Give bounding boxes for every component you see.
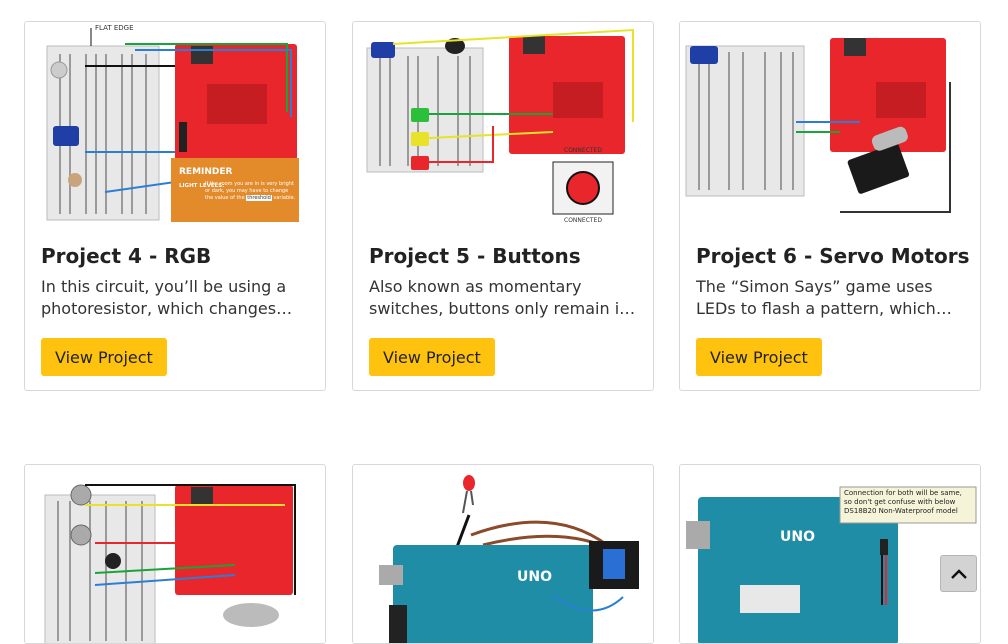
flat-edge-label: FLAT EDGE bbox=[95, 24, 134, 32]
project-6-view-button[interactable]: View Project bbox=[696, 338, 822, 376]
reminder-code: threshold bbox=[246, 195, 272, 201]
project-6-title: Project 6 - Servo Motors bbox=[696, 244, 970, 268]
project-5-circuit-image: CONNECTED CONNECTED bbox=[353, 22, 653, 228]
project-5-title: Project 5 - Buttons bbox=[369, 244, 581, 268]
project-4-title: Project 4 - RGB bbox=[41, 244, 212, 268]
project-card-9: UNO Connection for both will be same, so… bbox=[679, 464, 981, 644]
board-uno-label-2: UNO bbox=[780, 529, 815, 545]
project-card-7 bbox=[24, 464, 326, 644]
project-7-circuit-image bbox=[25, 465, 325, 643]
project-4-description: In this circuit, you’ll be using a photo… bbox=[41, 277, 287, 318]
board-uno-label: UNO bbox=[517, 569, 552, 585]
project-4-circuit-image: FLAT EDGE REMINDER LIGHT LEVELS: If the … bbox=[25, 22, 325, 228]
project-6-description: The “Simon Says” game uses LEDs to flash… bbox=[696, 277, 936, 318]
project-6-circuit-image bbox=[680, 22, 980, 228]
connected-label-bottom: CONNECTED bbox=[564, 217, 602, 224]
project-4-view-button[interactable]: View Project bbox=[41, 338, 167, 376]
project-5-view-button[interactable]: View Project bbox=[369, 338, 495, 376]
project-8-circuit-image: UNO bbox=[353, 465, 653, 643]
project-card-4: FLAT EDGE REMINDER LIGHT LEVELS: If the … bbox=[24, 21, 326, 391]
project-5-description: Also known as momentary switches, button… bbox=[369, 277, 630, 318]
project-card-8: UNO bbox=[352, 464, 654, 644]
project-card-5: CONNECTED CONNECTED Project 5 - Buttons … bbox=[352, 21, 654, 391]
project-9-circuit-image: UNO Connection for both will be same, so… bbox=[680, 465, 980, 643]
project-card-6: Project 6 - Servo Motors The “Simon Says… bbox=[679, 21, 981, 391]
scroll-to-top-button[interactable] bbox=[940, 555, 977, 592]
chevron-up-icon bbox=[950, 568, 967, 579]
connection-note: Connection for both will be same, so don… bbox=[844, 489, 962, 515]
connected-label-top: CONNECTED bbox=[564, 147, 602, 154]
reminder-title: REMINDER bbox=[179, 167, 233, 177]
reminder-tail: variable. bbox=[273, 195, 296, 201]
